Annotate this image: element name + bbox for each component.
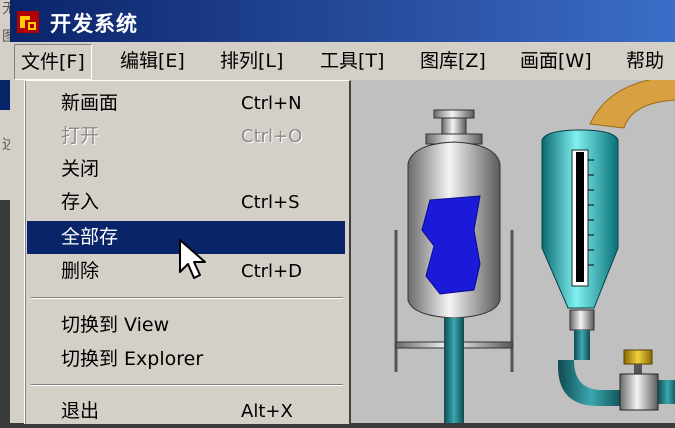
window-title: 开发系统 [50,12,138,36]
menu-item-label: 打开 [61,125,100,147]
storage-tank[interactable] [394,109,514,423]
menu-gallery[interactable]: 图库[Z] [414,44,492,78]
valve-icon[interactable] [619,349,675,411]
menu-item-save[interactable]: 存入 Ctrl+S [27,186,345,219]
menu-item-label: 全部存 [61,226,119,248]
duct-pipe[interactable] [589,75,675,129]
menu-item-label: 退出 [61,400,100,422]
process-graphic[interactable] [342,75,675,423]
menu-item-shortcut: Ctrl+S [241,192,300,213]
drawing-canvas[interactable] [340,75,675,423]
menu-item-label: 切换到 Explorer [61,348,204,370]
menu-item-exit[interactable]: 退出 Alt+X [27,395,345,428]
menu-item-shortcut: Ctrl+D [241,261,302,282]
menu-item-switch-view[interactable]: 切换到 View [27,309,345,342]
menu-file[interactable]: 文件[F] [14,44,92,80]
menu-bar: 文件[F] 编辑[E] 排列[L] 工具[T] 图库[Z] 画面[W] 帮助 [10,42,675,80]
title-bar[interactable]: 开发系统 [10,0,675,42]
menu-item-shortcut: Ctrl+O [241,126,303,147]
menu-separator [31,384,343,386]
menu-item-shortcut: Alt+X [241,401,293,422]
menu-item-shortcut: Ctrl+N [241,93,302,114]
menu-screen[interactable]: 画面[W] [514,44,598,78]
menu-item-switch-explorer[interactable]: 切换到 Explorer [27,343,345,376]
app-logo-icon [17,11,39,33]
menu-item-label: 删除 [61,260,100,282]
menu-arrange[interactable]: 排列[L] [214,44,289,78]
cyan-vessel[interactable] [541,129,624,406]
menu-edit[interactable]: 编辑[E] [114,44,191,78]
app-window: 开发系统 文件[F] 编辑[E] 排列[L] 工具[T] 图库[Z] 画面[W]… [10,0,675,424]
menu-tools[interactable]: 工具[T] [314,44,390,78]
menu-item-label: 切换到 View [61,314,170,336]
menu-item-new-screen[interactable]: 新画面 Ctrl+N [27,87,345,120]
menu-item-open: 打开 Ctrl+O [27,120,345,153]
menu-item-label: 关闭 [61,158,100,180]
menu-item-label: 新画面 [61,92,119,114]
menu-separator [31,297,343,299]
menu-item-close[interactable]: 关闭 [27,153,345,186]
menu-item-label: 存入 [61,191,100,213]
arrow-cursor-icon [179,239,206,279]
menu-help[interactable]: 帮助 [620,44,670,78]
